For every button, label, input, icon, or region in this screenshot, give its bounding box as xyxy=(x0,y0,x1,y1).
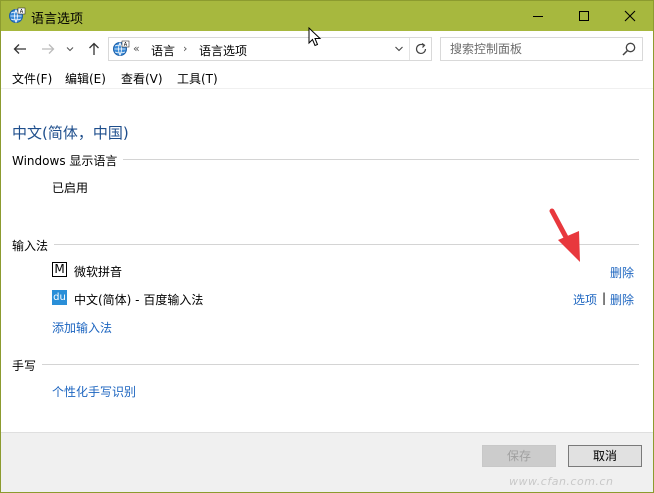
navigation-bar: A « 语言 › 语言选项 xyxy=(1,31,653,67)
menu-file[interactable]: 文件(F) xyxy=(12,70,52,87)
add-input-method-link[interactable]: 添加输入法 xyxy=(52,319,112,336)
save-button[interactable]: 保存 xyxy=(482,445,556,467)
minimize-icon xyxy=(533,16,543,17)
remove-baidu-ime-link[interactable]: 删除 xyxy=(610,291,634,308)
handwriting-heading: 手写 xyxy=(12,357,43,374)
section-divider xyxy=(12,364,639,365)
address-bar[interactable]: A « 语言 › 语言选项 xyxy=(108,37,432,61)
site-watermark: www.cfan.com.cn xyxy=(509,475,614,488)
breadcrumb-language-options[interactable]: 语言选项 xyxy=(199,42,247,59)
search-box[interactable] xyxy=(440,37,643,61)
svg-text:A: A xyxy=(124,42,128,48)
display-language-status: 已启用 xyxy=(52,181,89,195)
mouse-cursor-icon xyxy=(308,27,322,47)
window-title: 语言选项 xyxy=(31,12,84,27)
close-button[interactable] xyxy=(607,1,653,31)
microsoft-pinyin-icon: M xyxy=(52,262,67,277)
title-bar[interactable]: A 语言选项 xyxy=(1,1,653,31)
personalize-handwriting-link[interactable]: 个性化手写识别 xyxy=(52,383,136,400)
chevron-down-icon xyxy=(395,46,403,52)
input-method-heading: 输入法 xyxy=(12,237,55,254)
action-separator: | xyxy=(602,291,607,305)
menu-edit[interactable]: 编辑(E) xyxy=(65,70,106,87)
language-options-window: A 语言选项 A « 语言 › 语言选项 搜索控制面板 文件(F) 编辑(E) … xyxy=(0,0,654,493)
svg-text:A: A xyxy=(20,9,24,15)
refresh-button[interactable] xyxy=(409,38,431,60)
maximize-button[interactable] xyxy=(561,1,607,31)
search-icon[interactable] xyxy=(621,41,637,57)
minimize-button[interactable] xyxy=(515,1,561,31)
menu-bar: 文件(F) 编辑(E) 查看(V) 工具(T) xyxy=(1,67,653,89)
language-options-panel: 中文(简体，中国) Windows 显示语言 已启用 输入法 M 微软拼音 删除… xyxy=(1,90,653,432)
arrow-right-icon xyxy=(42,44,55,54)
language-title: 中文(简体，中国) xyxy=(12,124,129,142)
back-button[interactable] xyxy=(11,40,29,58)
baidu-ime-options-link[interactable]: 选项 xyxy=(573,291,597,308)
overflow-crumbs[interactable]: « xyxy=(133,42,140,55)
menu-view[interactable]: 查看(V) xyxy=(121,70,163,87)
language-globe-icon: A xyxy=(113,40,130,56)
language-globe-icon: A xyxy=(9,7,26,23)
arrow-up-icon xyxy=(89,42,99,55)
menu-tools[interactable]: 工具(T) xyxy=(177,70,218,87)
ime-label-microsoft-pinyin: 微软拼音 xyxy=(74,265,123,279)
remove-microsoft-pinyin-link[interactable]: 删除 xyxy=(610,264,634,281)
search-input[interactable] xyxy=(441,38,617,60)
refresh-icon xyxy=(415,43,426,55)
baidu-ime-icon: du xyxy=(52,290,67,305)
arrow-left-icon xyxy=(13,44,26,54)
maximize-icon xyxy=(579,11,589,21)
ime-label-baidu: 中文(简体) - 百度输入法 xyxy=(74,293,204,307)
recent-locations-button[interactable] xyxy=(64,40,76,58)
display-language-heading: Windows 显示语言 xyxy=(12,152,124,169)
breadcrumb-language[interactable]: 语言 xyxy=(151,42,175,59)
address-history-dropdown[interactable] xyxy=(391,41,407,57)
up-button[interactable] xyxy=(85,40,103,58)
annotation-arrow-icon xyxy=(549,208,580,262)
breadcrumb-separator[interactable]: › xyxy=(183,42,187,55)
dialog-footer: 保存 取消 www.cfan.com.cn xyxy=(1,432,653,492)
forward-button[interactable] xyxy=(39,40,57,58)
section-divider xyxy=(12,244,639,245)
chevron-down-icon xyxy=(66,47,74,52)
cancel-button[interactable]: 取消 xyxy=(568,445,642,467)
close-icon xyxy=(624,10,636,22)
